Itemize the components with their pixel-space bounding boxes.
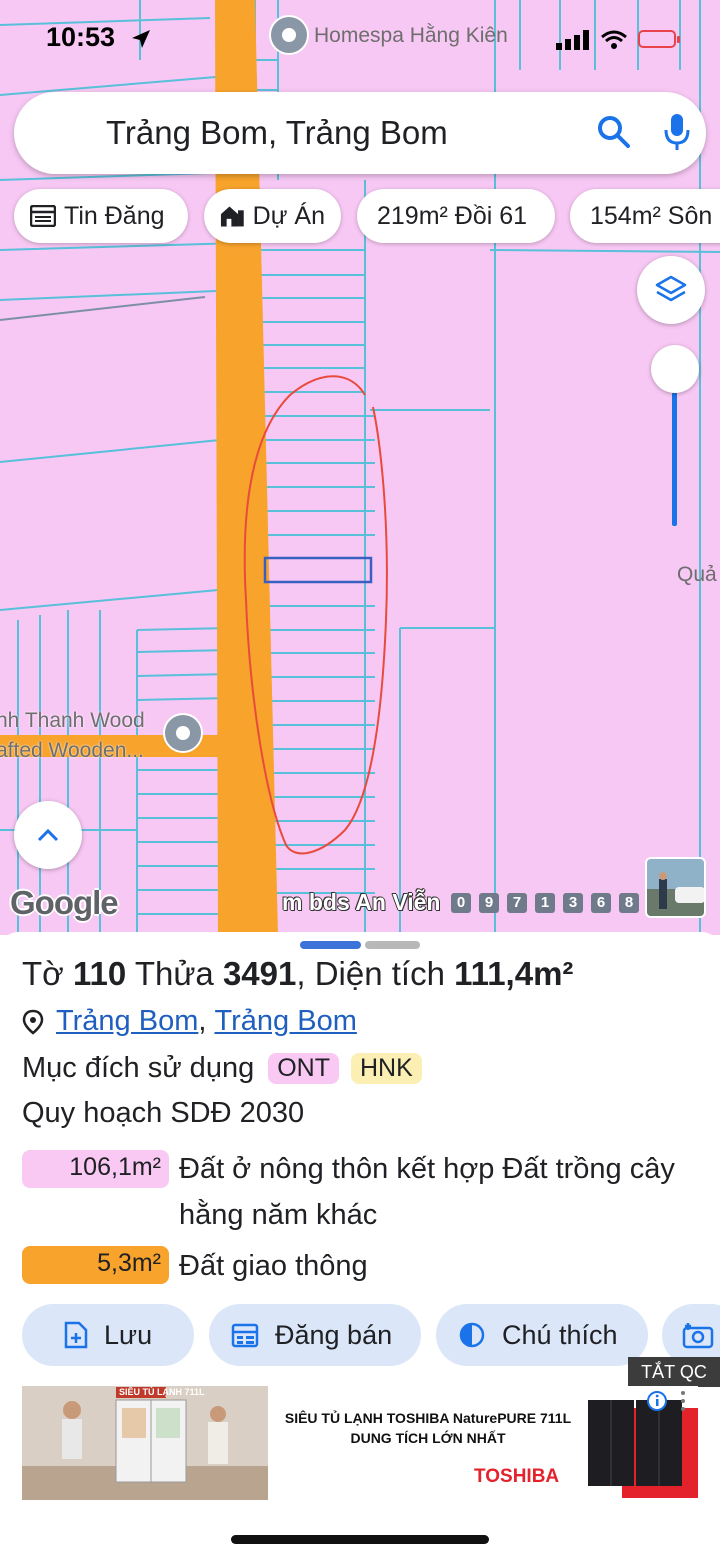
chip-label: Tin Đăng xyxy=(64,201,165,230)
chip-projects[interactable]: Dự Án xyxy=(204,189,341,243)
map-label-right: Quả xyxy=(677,563,717,586)
legend-label: Chú thích xyxy=(502,1319,618,1350)
area-value: 111,4m² xyxy=(454,955,574,992)
ad-image-caption: SIÊU TỦ LẠNH 711L xyxy=(119,1387,205,1397)
ad-banner[interactable]: SIÊU TỦ LẠNH 711L SIÊU TỦ LẠNH TOSHIBA N… xyxy=(22,1386,698,1500)
location-link-district[interactable]: Trảng Bom xyxy=(215,1005,357,1038)
sheet-handle[interactable] xyxy=(365,941,420,949)
parcel-title: Tờ 110 Thửa 3491, Diện tích 111,4m² xyxy=(22,955,574,992)
sheet-label: Tờ xyxy=(22,955,64,992)
street-view-thumbnail[interactable] xyxy=(645,857,706,918)
contrast-icon xyxy=(459,1322,485,1348)
watermark-digit: 9 xyxy=(479,893,499,913)
plan-desc-traffic: Đất giao thông xyxy=(179,1250,368,1282)
ad-brand: TOSHIBA xyxy=(474,1466,560,1487)
parcel-label: Thửa xyxy=(134,955,214,992)
plan-title: Quy hoạch SDĐ 2030 xyxy=(22,1097,305,1129)
map-view[interactable]: 10:53 Homespa Hằng Kiên Trảng Bom, Trảng… xyxy=(0,0,720,935)
chip-listing-154[interactable]: 154m² Sôn xyxy=(570,189,720,243)
plan-desc-residential: Đất ở nông thôn kết hợp Đất trồng cây hằ… xyxy=(179,1153,675,1231)
chip-label: Dự Án xyxy=(252,201,325,230)
layers-icon xyxy=(655,275,687,302)
parcel-location: Trảng Bom, Trảng Bom xyxy=(22,1005,357,1038)
land-use-purpose: Mục đích sử dụng ONT HNK xyxy=(22,1052,422,1085)
listing-icon xyxy=(30,205,56,227)
calendar-icon xyxy=(231,1323,259,1348)
camera-icon xyxy=(682,1323,714,1349)
badge-hnk: HNK xyxy=(350,1053,422,1084)
chip-listings[interactable]: Tin Đăng xyxy=(14,189,188,243)
zoom-slider-track[interactable] xyxy=(672,392,677,526)
watermark-digit: 7 xyxy=(507,893,527,913)
watermark-digit: 6 xyxy=(591,893,611,913)
poi-label-homespa[interactable]: Homespa Hằng Kiên xyxy=(314,24,508,48)
sheet-handle-active[interactable] xyxy=(300,941,361,949)
ad-headline-line-2: DUNG TÍCH LỚN NHẤT xyxy=(350,1430,506,1446)
search-icon[interactable] xyxy=(596,114,632,150)
chip-label: 154m² Sôn xyxy=(590,201,713,230)
poi-pin-icon[interactable] xyxy=(268,14,310,60)
expand-up-button[interactable] xyxy=(14,801,82,869)
watermark-digit: 3 xyxy=(563,893,583,913)
plan-area-traffic: 5,3m² xyxy=(22,1246,169,1284)
battery-icon xyxy=(638,30,680,48)
building-icon xyxy=(220,206,244,227)
area-label: Diện tích xyxy=(314,955,445,992)
poi-pin-icon[interactable] xyxy=(162,712,204,758)
status-time: 10:53 xyxy=(46,22,116,52)
location-arrow-icon xyxy=(132,30,150,48)
layers-button[interactable] xyxy=(637,256,705,324)
location-link-ward[interactable]: Trảng Bom xyxy=(56,1005,198,1038)
sheet-number: 110 xyxy=(72,955,127,992)
location-pin-icon xyxy=(22,1009,44,1035)
google-logo: Google xyxy=(10,884,119,921)
plan-area-residential: 106,1m² xyxy=(22,1150,169,1188)
mic-icon[interactable] xyxy=(662,112,692,152)
chip-listing-219[interactable]: 219m² Đồi 61 xyxy=(357,189,555,243)
search-bar[interactable]: Trảng Bom, Trảng Bom xyxy=(14,92,706,174)
home-indicator[interactable] xyxy=(231,1535,489,1544)
ad-more-icon[interactable] xyxy=(680,1390,686,1412)
watermark-text: m bds An Viễn xyxy=(282,889,441,915)
ad-image xyxy=(22,1386,268,1500)
save-label: Lưu xyxy=(104,1319,153,1350)
save-button[interactable]: Lưu xyxy=(22,1304,194,1366)
post-sale-button[interactable]: Đăng bán xyxy=(209,1304,421,1366)
poi-label-wood-1[interactable]: nh Thanh Wood xyxy=(0,709,145,733)
parcel-number: 3491 xyxy=(222,955,297,992)
chevron-up-icon xyxy=(37,828,59,842)
wifi-icon xyxy=(601,30,627,49)
cellular-signal-icon xyxy=(556,30,589,50)
ad-info-icon[interactable] xyxy=(646,1390,668,1412)
ad-headline: SIÊU TỦ LẠNH TOSHIBA NaturePURE 711L DUN… xyxy=(274,1408,582,1448)
search-query[interactable]: Trảng Bom, Trảng Bom xyxy=(106,114,448,152)
hide-ad-button[interactable]: TẮT QC xyxy=(628,1357,720,1387)
watermark-digit: 8 xyxy=(619,893,639,913)
post-sale-label: Đăng bán xyxy=(275,1319,393,1350)
legend-button[interactable]: Chú thích xyxy=(436,1304,648,1366)
location-sep: , xyxy=(198,1005,207,1037)
save-icon xyxy=(64,1321,88,1349)
purpose-label: Mục đích sử dụng xyxy=(22,1052,255,1084)
chip-label: 219m² Đồi 61 xyxy=(377,201,528,230)
poi-label-wood-2[interactable]: afted Wooden... xyxy=(0,739,144,763)
watermark-digit: 0 xyxy=(451,893,471,913)
street-view-photo xyxy=(647,859,704,916)
zoom-slider-knob[interactable] xyxy=(651,345,699,393)
watermark-digit: 1 xyxy=(535,893,555,913)
ad-headline-line-1: SIÊU TỦ LẠNH TOSHIBA NaturePURE 711L xyxy=(284,1410,572,1426)
badge-ont: ONT xyxy=(268,1053,339,1084)
